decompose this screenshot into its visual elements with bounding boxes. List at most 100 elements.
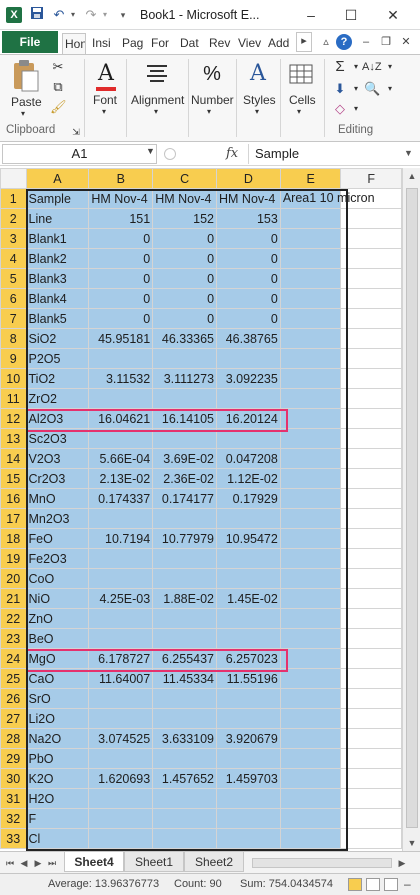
cell-d-13[interactable] xyxy=(216,428,281,449)
cell-e-30[interactable] xyxy=(279,768,342,789)
row-header[interactable]: 10 xyxy=(0,368,27,389)
cell-e-2[interactable] xyxy=(279,208,342,229)
workbook-minimize-icon[interactable]: – xyxy=(358,34,374,50)
cell-f-22[interactable] xyxy=(340,608,402,629)
formula-bar-expand-icon[interactable] xyxy=(164,148,176,160)
cell-b-3[interactable]: 0 xyxy=(88,228,154,249)
row-header[interactable]: 32 xyxy=(0,808,27,829)
cell-c-33[interactable] xyxy=(152,828,218,849)
row-header[interactable]: 28 xyxy=(0,728,27,749)
tab-scroll-right-icon[interactable]: ▸ xyxy=(296,32,312,52)
cell-e-5[interactable] xyxy=(279,268,342,289)
minimize-ribbon-icon[interactable]: ▵ xyxy=(318,34,334,50)
cell-b-11[interactable] xyxy=(88,388,154,409)
cell-d-31[interactable] xyxy=(216,788,281,809)
cell-c-19[interactable] xyxy=(152,548,218,569)
cell-a-16[interactable]: MnO xyxy=(25,488,90,509)
cell-c-11[interactable] xyxy=(152,388,218,409)
cell-e-11[interactable] xyxy=(279,388,342,409)
cell-b-9[interactable] xyxy=(88,348,154,369)
scroll-down-icon[interactable]: ▼ xyxy=(403,835,420,851)
prev-sheet-icon[interactable]: ◀ xyxy=(18,855,30,871)
row-header[interactable]: 33 xyxy=(0,828,27,849)
cell-e-32[interactable] xyxy=(279,808,342,829)
cell-b-12[interactable]: 16.04621 xyxy=(88,408,154,429)
tab-insert[interactable]: Insi xyxy=(92,33,116,54)
cell-d-23[interactable] xyxy=(216,628,281,649)
cell-c-25[interactable]: 11.45334 xyxy=(152,668,218,689)
format-painter-icon[interactable]: 🖌 xyxy=(50,99,67,115)
scroll-right-icon[interactable]: ▶ xyxy=(396,855,408,871)
cell-f-30[interactable] xyxy=(340,768,402,789)
cell-d-17[interactable] xyxy=(216,508,281,529)
cell-c-4[interactable]: 0 xyxy=(152,248,218,269)
row-header[interactable]: 14 xyxy=(0,448,27,469)
cell-b-27[interactable] xyxy=(88,708,154,729)
cell-e-17[interactable] xyxy=(279,508,342,529)
cell-e-23[interactable] xyxy=(279,628,342,649)
cell-f-4[interactable] xyxy=(340,248,402,269)
cell-e-3[interactable] xyxy=(279,228,342,249)
cell-c-24[interactable]: 6.255437 xyxy=(152,648,218,669)
workbook-restore-icon[interactable]: ❐ xyxy=(378,34,394,50)
horizontal-scrollbar[interactable] xyxy=(252,858,392,868)
sheet-tab-sheet4[interactable]: Sheet4 xyxy=(64,852,124,872)
row-header[interactable]: 29 xyxy=(0,748,27,769)
cell-a-8[interactable]: SiO2 xyxy=(25,328,90,349)
cell-b-31[interactable] xyxy=(88,788,154,809)
alignment-dropdown-icon[interactable]: ▾ xyxy=(154,107,158,116)
column-header-b[interactable]: B xyxy=(88,168,154,189)
row-header[interactable]: 26 xyxy=(0,688,27,709)
cell-e-22[interactable] xyxy=(279,608,342,629)
cell-e-25[interactable] xyxy=(279,668,342,689)
first-sheet-icon[interactable]: ⏮ xyxy=(4,855,16,871)
cell-e-1[interactable]: Area1 10 micron xyxy=(279,188,375,209)
cell-f-11[interactable] xyxy=(340,388,402,409)
cell-d-2[interactable]: 153 xyxy=(216,208,281,229)
cell-f-10[interactable] xyxy=(340,368,402,389)
sort-filter-icon[interactable]: A↓Z xyxy=(362,59,382,75)
cell-e-20[interactable] xyxy=(279,568,342,589)
cell-f-18[interactable] xyxy=(340,528,402,549)
cell-f-31[interactable] xyxy=(340,788,402,809)
cell-c-22[interactable] xyxy=(152,608,218,629)
cell-a-15[interactable]: Cr2O3 xyxy=(25,468,90,489)
row-header[interactable]: 27 xyxy=(0,708,27,729)
cell-c-26[interactable] xyxy=(152,688,218,709)
styles-icon[interactable]: A xyxy=(242,59,274,91)
cell-f-28[interactable] xyxy=(340,728,402,749)
cell-d-5[interactable]: 0 xyxy=(216,268,281,289)
cell-f-7[interactable] xyxy=(340,308,402,329)
cell-c-23[interactable] xyxy=(152,628,218,649)
cell-f-3[interactable] xyxy=(340,228,402,249)
cell-d-6[interactable]: 0 xyxy=(216,288,281,309)
cell-a-6[interactable]: Blank4 xyxy=(25,288,90,309)
tab-page-layout[interactable]: Pag xyxy=(122,33,144,54)
cell-c-14[interactable]: 3.69E-02 xyxy=(152,448,218,469)
cell-d-16[interactable]: 0.17929 xyxy=(216,488,281,509)
cell-b-21[interactable]: 4.25E-03 xyxy=(88,588,154,609)
cell-e-33[interactable] xyxy=(279,828,342,849)
name-box[interactable]: A1 xyxy=(2,144,157,164)
row-header[interactable]: 7 xyxy=(0,308,27,329)
row-header[interactable]: 18 xyxy=(0,528,27,549)
cell-c-13[interactable] xyxy=(152,428,218,449)
column-header-c[interactable]: C xyxy=(152,168,218,189)
cell-b-22[interactable] xyxy=(88,608,154,629)
cell-f-9[interactable] xyxy=(340,348,402,369)
cell-a-3[interactable]: Blank1 xyxy=(25,228,90,249)
cell-f-23[interactable] xyxy=(340,628,402,649)
cell-b-13[interactable] xyxy=(88,428,154,449)
cell-f-15[interactable] xyxy=(340,468,402,489)
cell-a-21[interactable]: NiO xyxy=(25,588,90,609)
cell-a-2[interactable]: Line xyxy=(25,208,90,229)
row-header[interactable]: 22 xyxy=(0,608,27,629)
cell-e-16[interactable] xyxy=(279,488,342,509)
formula-expand-icon[interactable]: ▼ xyxy=(404,148,413,158)
row-header[interactable]: 11 xyxy=(0,388,27,409)
row-header[interactable]: 30 xyxy=(0,768,27,789)
cell-b-29[interactable] xyxy=(88,748,154,769)
cell-d-1[interactable]: HM Nov-4 xyxy=(216,188,281,209)
cell-b-7[interactable]: 0 xyxy=(88,308,154,329)
row-header[interactable]: 21 xyxy=(0,588,27,609)
